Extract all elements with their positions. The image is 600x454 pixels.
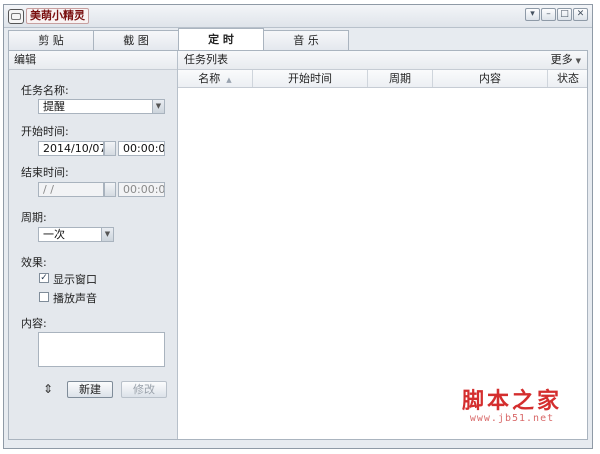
window-menu-button[interactable]: ▾ — [525, 8, 540, 21]
period-value: 一次 — [43, 228, 65, 241]
column-header-content[interactable]: 内容 — [433, 70, 548, 87]
watermark-url: www.jb51.net — [469, 413, 555, 424]
app-logo-icon — [8, 9, 24, 24]
column-name-label: 名称 — [198, 72, 221, 85]
task-table-header: 名称 ▲ 开始时间 周期 内容 状态 — [178, 70, 587, 88]
chevron-down-icon[interactable]: ▼ — [152, 100, 164, 113]
period-dropdown[interactable]: 一次 ▼ — [38, 227, 114, 242]
task-list-title: 任务列表 — [184, 53, 228, 66]
content-textarea[interactable] — [38, 332, 165, 367]
edit-panel: 编辑 任务名称: 提醒 ▼ 开始时间: 2014/10/07 00:00:00 … — [9, 51, 178, 439]
column-header-name[interactable]: 名称 ▲ — [178, 70, 253, 87]
column-header-status[interactable]: 状态 — [548, 70, 588, 87]
play-sound-label[interactable]: 播放声音 — [53, 290, 97, 306]
show-window-checkbox[interactable]: ✓ — [39, 273, 49, 283]
title-bar: 美萌小精灵 ▾ – □ ✕ — [4, 5, 592, 28]
window-title: 美萌小精灵 — [26, 8, 89, 24]
task-name-label: 任务名称: — [21, 84, 69, 97]
end-date-calendar-icon[interactable] — [104, 182, 116, 197]
tab-music[interactable]: 音 乐 — [263, 30, 349, 50]
more-button[interactable]: 更多 ▼ — [551, 51, 581, 70]
tab-clipboard[interactable]: 剪 贴 — [8, 30, 94, 50]
show-window-label[interactable]: 显示窗口 — [53, 271, 97, 287]
end-clock-field[interactable]: 00:00:00 — [118, 182, 165, 197]
maximize-button[interactable]: □ — [557, 8, 572, 21]
end-date-field[interactable]: / / — [38, 182, 104, 197]
edit-panel-header: 编辑 — [9, 51, 177, 70]
column-header-period[interactable]: 周期 — [368, 70, 433, 87]
modify-button[interactable]: 修改 — [121, 381, 167, 398]
refresh-icon[interactable]: ⇕ — [43, 383, 53, 395]
start-time-label: 开始时间: — [21, 125, 69, 138]
task-name-value: 提醒 — [43, 100, 65, 113]
chevron-down-icon[interactable]: ▼ — [101, 228, 113, 241]
window-controls: ▾ – □ ✕ — [525, 8, 588, 21]
tab-content: 编辑 任务名称: 提醒 ▼ 开始时间: 2014/10/07 00:00:00 … — [8, 50, 588, 440]
minimize-button[interactable]: – — [541, 8, 556, 21]
task-list-header: 任务列表 更多 ▼ — [178, 51, 587, 70]
start-clock-field[interactable]: 00:00:00 — [118, 141, 165, 156]
close-button[interactable]: ✕ — [573, 8, 588, 21]
task-list-panel: 任务列表 更多 ▼ 名称 ▲ 开始时间 周期 内容 状态 — [178, 51, 587, 439]
content-label: 内容: — [21, 317, 47, 330]
effect-label: 效果: — [21, 256, 47, 269]
app-window: 美萌小精灵 ▾ – □ ✕ 剪 贴 截 图 定 时 音 乐 编辑 任务名称: 提… — [3, 4, 593, 449]
end-time-label: 结束时间: — [21, 166, 69, 179]
task-name-dropdown[interactable]: 提醒 ▼ — [38, 99, 165, 114]
start-date-calendar-icon[interactable] — [104, 141, 116, 156]
sort-ascending-icon: ▲ — [226, 76, 232, 84]
tab-timer[interactable]: 定 时 — [178, 28, 264, 50]
watermark: 脚本之家 www.jb51.net — [462, 389, 562, 424]
period-label: 周期: — [21, 211, 47, 224]
watermark-text: 脚本之家 — [461, 388, 562, 414]
new-button[interactable]: 新建 — [67, 381, 113, 398]
play-sound-checkbox[interactable] — [39, 292, 49, 302]
chevron-down-icon: ▼ — [575, 57, 581, 65]
tab-bar: 剪 贴 截 图 定 时 音 乐 — [8, 28, 349, 50]
tab-screenshot[interactable]: 截 图 — [93, 30, 179, 50]
start-date-field[interactable]: 2014/10/07 — [38, 141, 104, 156]
more-label: 更多 — [550, 53, 573, 66]
column-header-start-time[interactable]: 开始时间 — [253, 70, 368, 87]
